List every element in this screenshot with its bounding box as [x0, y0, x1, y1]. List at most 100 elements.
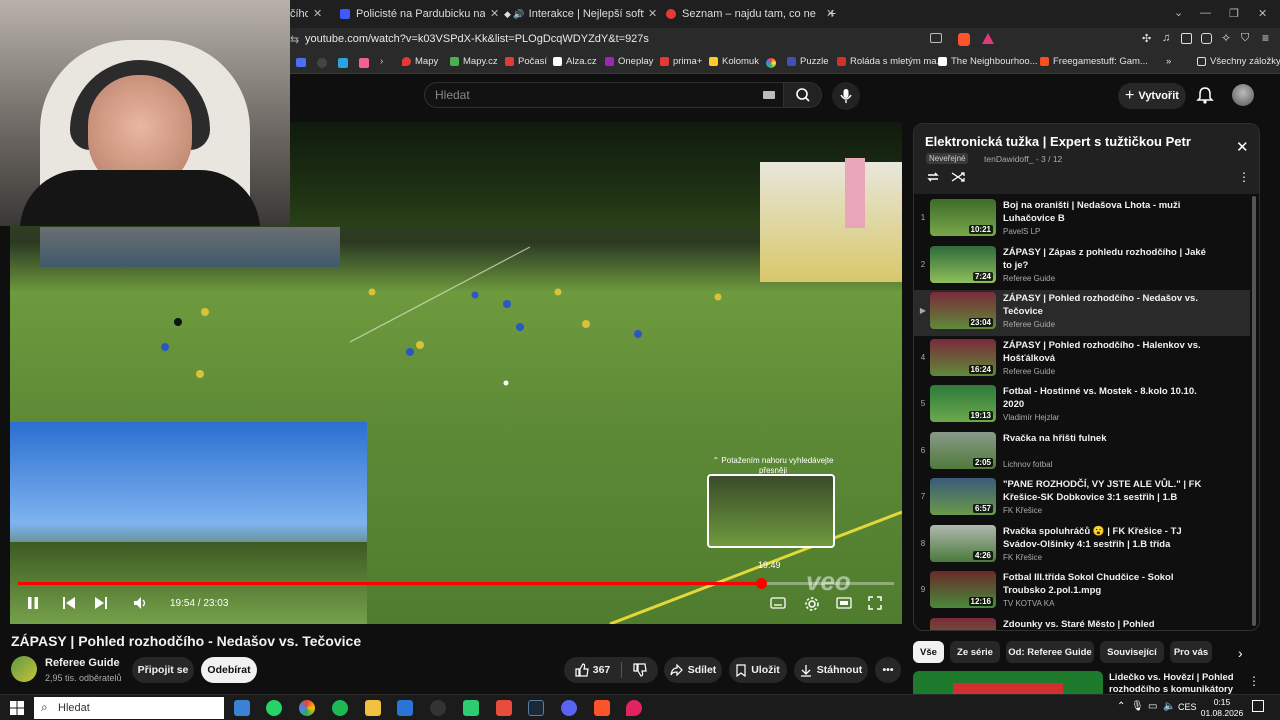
vpn-shield-icon[interactable]: ⛉	[1241, 32, 1249, 45]
tab-interakce[interactable]: ◆ 🔊 Interakce | Nejlepší software pro	[504, 4, 644, 24]
bookmark-icon[interactable]	[317, 58, 327, 68]
recommended-thumbnail[interactable]	[913, 671, 1103, 694]
playlist-scrollbar[interactable]	[1252, 196, 1256, 626]
task-view-icon[interactable]	[234, 700, 250, 716]
playlist-item-thumbnail[interactable]: 19:13	[930, 385, 996, 422]
playlist-item-title[interactable]: Rvačka spoluhráčů 😮 | FK Křešice - TJ Sv…	[1003, 525, 1208, 551]
playlist-item-thumbnail[interactable]: 7:24	[930, 245, 996, 283]
search-button[interactable]	[784, 82, 822, 108]
playlist-item[interactable]: 6 2:05 Rvačka na hřišti fulnek Lichnov fotb…	[914, 430, 1250, 476]
site-info-icon[interactable]: ⇆	[290, 33, 299, 46]
chrome-store-icon[interactable]	[766, 58, 776, 68]
bookmark-icon[interactable]	[296, 58, 306, 67]
playlist-item-title[interactable]: Fotbal III.třída Sokol Chudčice - Sokol …	[1003, 571, 1208, 597]
bookmark-rolada[interactable]: Roláda s mletým ma...	[837, 56, 945, 67]
tab-policiste[interactable]: Policisté na Pardubicku našli po 20 l	[340, 4, 485, 24]
bookmark-alza[interactable]: Alza.cz	[553, 56, 597, 67]
network-icon[interactable]: ▭	[1148, 701, 1157, 712]
steam-icon[interactable]	[528, 700, 544, 716]
pause-icon[interactable]	[26, 596, 40, 610]
previous-icon[interactable]	[62, 596, 76, 610]
bookmark-icon[interactable]	[338, 58, 348, 68]
speaker-icon[interactable]: 🔈	[1163, 701, 1175, 712]
bookmark-puzzle[interactable]: Puzzle	[787, 56, 829, 67]
clock[interactable]: 0:15 01.08.2026	[1200, 697, 1244, 719]
url-field[interactable]: youtube.com/watch?v=k03VSPdX-Kk&list=PLO…	[305, 33, 649, 45]
sidebar-icon[interactable]	[1181, 33, 1192, 44]
playlist-item[interactable]: 1 10:21 Boj na oraništi | Nedašova Lhota -…	[914, 197, 1250, 243]
extensions-icon[interactable]: ✣	[1142, 32, 1151, 45]
playlist-item[interactable]: 9 12:16 Fotbal III.třída Sokol Chudčice - …	[914, 569, 1250, 615]
voice-search-button[interactable]	[832, 82, 860, 110]
visual-studio-icon[interactable]	[397, 700, 413, 716]
restore-icon[interactable]: ❐	[1229, 7, 1239, 20]
close-icon[interactable]: ✕	[1236, 138, 1249, 156]
recommended-menu-icon[interactable]: ⋮	[1248, 674, 1260, 688]
playlist-menu-icon[interactable]: ⋮	[1238, 170, 1250, 184]
keyboard-icon[interactable]	[763, 91, 775, 99]
playlist-item-title[interactable]: ZÁPASY | Pohled rozhodčího - Halenkov vs…	[1003, 339, 1208, 365]
chip-all[interactable]: Vše	[913, 641, 944, 663]
more-actions-button[interactable]: •••	[875, 657, 901, 683]
playlist-item-title[interactable]: Fotbal - Hostinné vs. Mostek - 8.kolo 10…	[1003, 385, 1208, 411]
join-button[interactable]: Připojit se	[132, 657, 194, 683]
playlist-item-title[interactable]: Zdounky vs. Staré Město | Pohled rozhodč…	[1003, 618, 1208, 631]
bookmark-mapy-cz[interactable]: Mapy.cz	[450, 56, 498, 67]
github-icon[interactable]	[430, 700, 446, 716]
tab-seznam[interactable]: Seznam – najdu tam, co neznám	[666, 4, 816, 24]
keyboard-language[interactable]: CES	[1178, 702, 1197, 712]
tab-close-icon[interactable]: ✕	[313, 7, 322, 20]
bookmark-kolomuk[interactable]: Kolomuk	[709, 56, 759, 67]
tab-close-icon[interactable]: ✕	[490, 7, 499, 20]
playlist-item[interactable]: 7 6:57 "PANE ROZHODČÍ, VY JSTE ALE VŮL." |…	[914, 476, 1250, 522]
chip-series[interactable]: Ze série	[950, 641, 1000, 663]
playlist-item-title[interactable]: ZÁPASY | Zápas z pohledu rozhodčího | Ja…	[1003, 246, 1208, 272]
channel-name[interactable]: Referee Guide	[45, 657, 120, 669]
search-input[interactable]	[425, 83, 725, 107]
bookmark-icon[interactable]: ›	[380, 56, 383, 67]
playlist-item-thumbnail[interactable]: 16:24	[930, 338, 996, 376]
theater-mode-icon[interactable]	[836, 596, 852, 610]
playlist-item-thumbnail[interactable]: 6:57	[930, 478, 996, 515]
bookmark-prima[interactable]: prima+	[660, 56, 702, 67]
chrome-icon[interactable]	[299, 700, 315, 716]
maps-pin-icon[interactable]	[626, 700, 642, 716]
discord-icon[interactable]	[561, 700, 577, 716]
bookmark-neighbourhood[interactable]: The Neighbourhoo...	[938, 56, 1038, 67]
windows-start-icon[interactable]	[10, 701, 24, 715]
cast-icon[interactable]	[930, 33, 942, 43]
playlist-item-thumbnail[interactable]: 23:04	[930, 292, 996, 329]
playlist-item-title[interactable]: Boj na oraništi | Nedašova Lhota - muži …	[1003, 199, 1208, 225]
notifications-bell-icon[interactable]	[1196, 86, 1214, 104]
brave-rewards-icon[interactable]	[982, 33, 994, 44]
share-button[interactable]: Sdílet	[664, 657, 722, 683]
settings-gear-icon[interactable]	[804, 596, 820, 612]
new-tab-icon[interactable]: +	[828, 5, 836, 21]
playlist-item[interactable]: 4 16:24 ZÁPASY | Pohled rozhodčího - Halen…	[914, 337, 1250, 383]
chip-related[interactable]: Související	[1100, 641, 1164, 663]
playlist-item-thumbnail[interactable]	[930, 617, 996, 630]
like-button[interactable]: 367	[575, 663, 610, 677]
subscribe-button[interactable]: Odebírat	[201, 657, 257, 683]
playlist-item-thumbnail[interactable]: 2:05	[930, 431, 996, 469]
playlist-item-title[interactable]: Rvačka na hřišti fulnek	[1003, 432, 1208, 445]
tab-close-icon[interactable]: ✕	[648, 7, 657, 20]
playlist-item-thumbnail[interactable]: 12:16	[930, 571, 996, 608]
volume-icon[interactable]	[133, 596, 149, 610]
tab-current[interactable]: čího	[290, 4, 308, 24]
save-button[interactable]: Uložit	[729, 657, 787, 683]
leo-ai-icon[interactable]: ✧	[1221, 31, 1231, 45]
shuffle-icon[interactable]	[951, 170, 967, 184]
playlist-item-thumbnail[interactable]: 10:21	[930, 199, 996, 236]
tab-list-chevron-icon[interactable]: ⌄	[1174, 6, 1183, 19]
taskbar-search[interactable]: ⌕ Hledat	[34, 697, 224, 719]
window-close-icon[interactable]: ✕	[1258, 7, 1267, 20]
playlist-item[interactable]: 2 7:24 ZÁPASY | Zápas z pohledu rozhodčího…	[914, 244, 1250, 290]
channel-avatar[interactable]	[11, 656, 37, 682]
playlist-item[interactable]: 8 4:26 Rvačka spoluhráčů 😮 | FK Křešice - …	[914, 523, 1250, 569]
bookmarks-more-icon[interactable]: »	[1166, 56, 1171, 67]
thumbs-down-icon[interactable]	[633, 663, 647, 677]
chip-from-channel[interactable]: Od: Referee Guide	[1006, 641, 1094, 663]
recommended-title[interactable]: Lidečko vs. Hovězí | Pohled rozhodčího s…	[1109, 672, 1239, 694]
playlist-item-title[interactable]: "PANE ROZHODČÍ, VY JSTE ALE VŮL." | FK K…	[1003, 478, 1208, 504]
